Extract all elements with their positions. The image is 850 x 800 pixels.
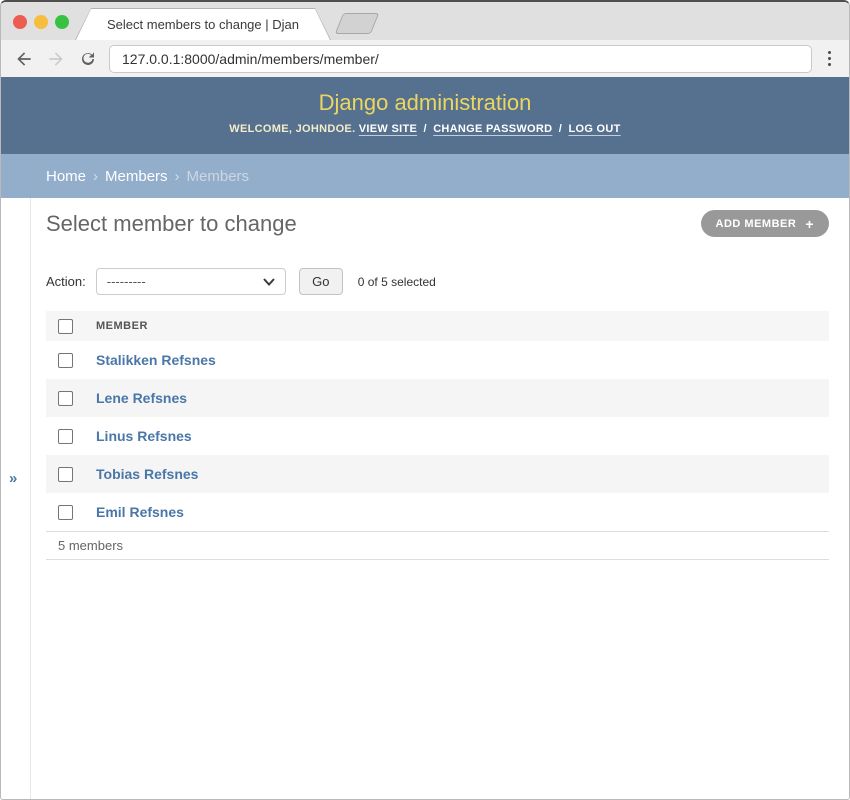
table-row: Emil Refsnes [46,493,829,531]
browser-tab-surface[interactable]: Select members to change | Djan [76,9,330,40]
browser-toolbar [1,40,849,77]
browser-window: Select members to change | Djan Django a… [0,0,850,800]
actions-bar: Action: --------- Go 0 of 5 selected [46,268,829,295]
browser-tab-bar: Select members to change | Djan [1,2,849,40]
window-controls [13,15,69,29]
forward-icon[interactable] [45,48,67,70]
add-member-label: ADD MEMBER [716,218,797,230]
chevron-down-icon [263,274,275,289]
member-link[interactable]: Linus Refsnes [96,428,192,444]
browser-tab[interactable]: Select members to change | Djan [75,8,331,40]
content-area: » Select member to change ADD MEMBER + A… [1,198,849,800]
breadcrumb-separator: › [93,168,98,185]
tab-title: Select members to change | Djan [107,17,299,32]
add-member-button[interactable]: ADD MEMBER + [701,210,829,237]
select-all-checkbox[interactable] [58,319,73,334]
go-button[interactable]: Go [299,268,343,295]
row-checkbox[interactable] [58,353,73,368]
member-link[interactable]: Tobias Refsnes [96,466,198,482]
row-checkbox[interactable] [58,467,73,482]
row-checkbox[interactable] [58,505,73,520]
breadcrumb: Home › Members › Members [1,154,849,198]
breadcrumb-members-app[interactable]: Members [105,168,168,185]
selection-counter: 0 of 5 selected [358,275,436,289]
action-select-value: --------- [107,274,146,289]
username: JOHNDOE [296,123,353,135]
row-checkbox[interactable] [58,391,73,406]
row-checkbox[interactable] [58,429,73,444]
refresh-icon[interactable] [77,48,99,70]
back-icon[interactable] [13,48,35,70]
table-header-row: MEMBER [46,311,829,341]
column-header-member[interactable]: MEMBER [96,320,148,332]
log-out-link[interactable]: LOG OUT [568,123,620,135]
menu-dots-icon[interactable] [822,51,837,66]
change-password-link[interactable]: CHANGE PASSWORD [433,123,552,135]
user-tools: WELCOME, JOHNDOE. VIEW SITE / CHANGE PAS… [1,123,849,135]
table-row: Stalikken Refsnes [46,341,829,379]
maximize-window-button[interactable] [55,15,69,29]
main-panel: Select member to change ADD MEMBER + Act… [31,198,849,800]
sidebar-strip: » [1,198,31,800]
breadcrumb-current: Members [187,168,250,185]
plus-icon: + [805,216,814,232]
table-row: Lene Refsnes [46,379,829,417]
django-header: Django administration WELCOME, JOHNDOE. … [1,77,849,154]
sidebar-expand-icon[interactable]: » [9,470,17,487]
table-row: Tobias Refsnes [46,455,829,493]
welcome-text: WELCOME, [229,123,292,135]
table-footer: 5 members [46,531,829,560]
member-link[interactable]: Stalikken Refsnes [96,352,216,368]
close-window-button[interactable] [13,15,27,29]
member-table: MEMBER Stalikken Refsnes Lene Refsnes Li… [46,311,829,560]
site-title[interactable]: Django administration [1,77,849,116]
page-title: Select member to change [46,211,297,237]
minimize-window-button[interactable] [34,15,48,29]
breadcrumb-home[interactable]: Home [46,168,86,185]
action-select[interactable]: --------- [96,268,286,295]
new-tab-button[interactable] [335,13,379,34]
view-site-link[interactable]: VIEW SITE [359,123,417,135]
member-link[interactable]: Emil Refsnes [96,504,184,520]
member-link[interactable]: Lene Refsnes [96,390,187,406]
breadcrumb-separator: › [175,168,180,185]
action-label: Action: [46,274,86,289]
url-input[interactable] [109,45,812,73]
table-row: Linus Refsnes [46,417,829,455]
row-count: 5 members [58,538,123,553]
